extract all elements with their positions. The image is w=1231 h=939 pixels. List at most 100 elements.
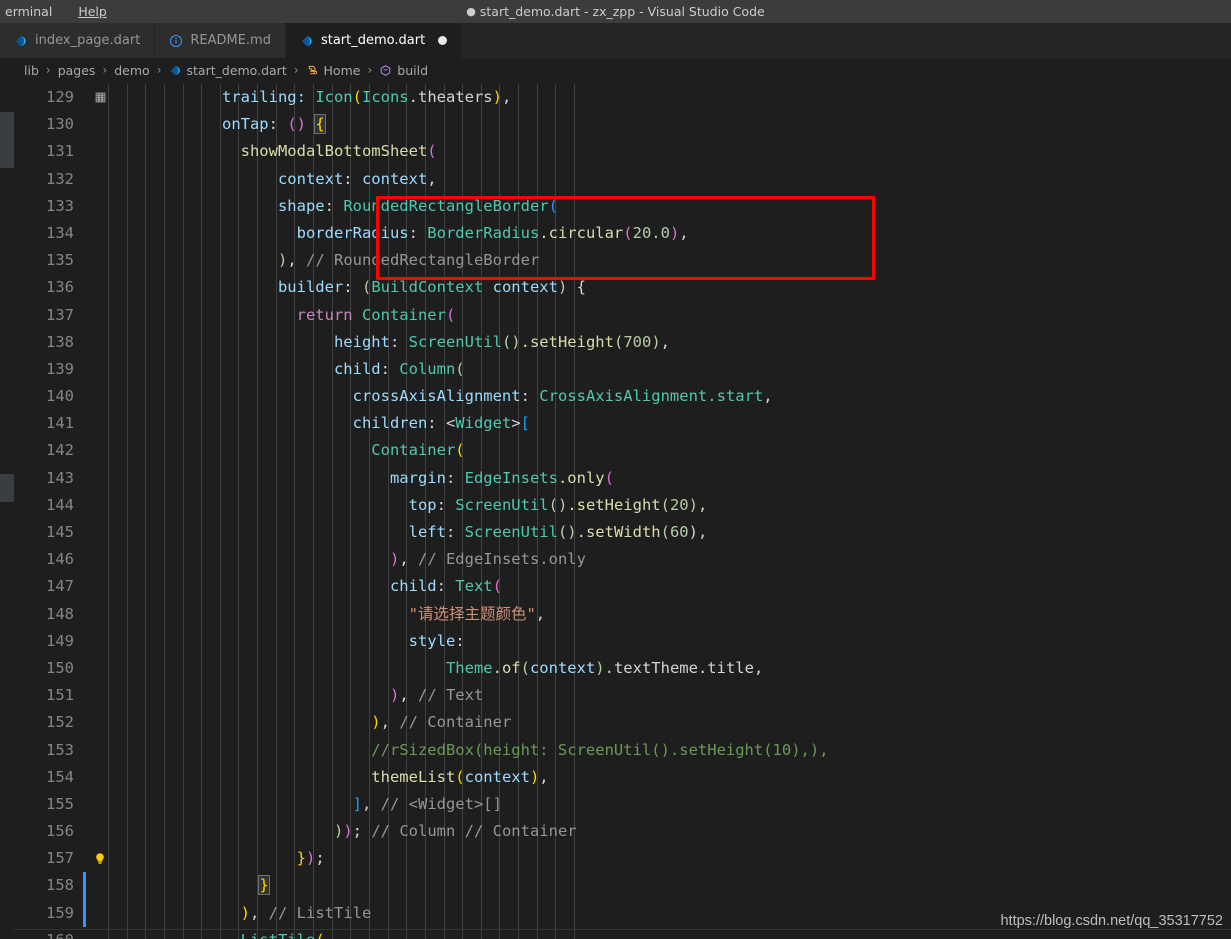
code-token: // Text: [417, 686, 484, 705]
vscode-window: erminal Help ● start_demo.dart - zx_zpp …: [0, 0, 1231, 939]
line-text: margin: EdgeInsets.only(: [110, 465, 614, 492]
code-token: (: [660, 495, 670, 514]
code-line[interactable]: 140 crossAxisAlignment: CrossAxisAlignme…: [14, 383, 1231, 410]
code-line[interactable]: 139 child: Column(: [14, 356, 1231, 383]
tab-dirty-indicator[interactable]: [438, 36, 448, 45]
code-line[interactable]: 158 }: [14, 872, 1231, 900]
breadcrumb-item-home[interactable]: Home: [304, 63, 363, 78]
code-token: :: [343, 169, 362, 188]
code-token: // <Widget>[]: [380, 794, 502, 813]
line-text: "请选择主题颜色",: [110, 601, 546, 628]
line-number: 148: [46, 604, 74, 623]
code-line[interactable]: 149 style:: [14, 628, 1231, 655]
code-line[interactable]: 153 //rSizedBox(height: ScreenUtil().set…: [14, 737, 1231, 764]
code-token: ): [595, 658, 605, 677]
film-strip-icon[interactable]: [94, 91, 107, 104]
code-editor[interactable]: 129 trailing: Icon(Icons.theaters), 130 o…: [0, 84, 1231, 939]
line-text: onTap: () {: [110, 111, 326, 138]
code-token: borderRadius: [110, 223, 409, 242]
code-token: .textTheme: [604, 658, 698, 677]
code-token: ,: [660, 332, 670, 351]
code-token: .setHeight: [567, 495, 661, 514]
code-line[interactable]: 152 ), // Container: [14, 709, 1231, 736]
code-token: :: [324, 196, 344, 215]
line-number: 129: [46, 88, 74, 106]
code-token: .of: [492, 658, 521, 677]
code-lines[interactable]: 129 trailing: Icon(Icons.theaters), 130 o…: [14, 84, 1231, 939]
code-line[interactable]: 138 height: ScreenUtil().setHeight(700),: [14, 329, 1231, 356]
line-text: child: Column(: [110, 356, 465, 383]
code-token: Icons: [361, 88, 409, 106]
tab-start-demo-dart[interactable]: start_demo.dart: [285, 23, 463, 58]
change-indicator: [83, 872, 86, 900]
code-token: themeList: [110, 767, 456, 786]
menu-item-help[interactable]: Help: [73, 2, 112, 21]
code-token: (: [445, 305, 456, 324]
code-token: ): [389, 686, 400, 705]
code-token: (): [548, 495, 568, 514]
menu-item-terminal[interactable]: erminal: [0, 2, 57, 21]
code-token: trailing:: [110, 88, 316, 106]
breadcrumb-item-start-demo-dart[interactable]: start_demo.dart: [167, 63, 289, 78]
tab-index-page-dart[interactable]: index_page.dart: [0, 23, 156, 58]
code-lines-container[interactable]: 129 trailing: Icon(Icons.theaters), 130 o…: [14, 84, 1231, 939]
code-token: showModalBottomSheet: [110, 142, 428, 161]
code-token: {: [567, 278, 586, 297]
line-text: ), // RoundedRectangleBorder: [110, 247, 539, 274]
code-line[interactable]: 136 builder: (BuildContext context) {: [14, 274, 1231, 301]
code-line[interactable]: 154 themeList(context),: [14, 764, 1231, 791]
code-line[interactable]: 131 showModalBottomSheet(: [14, 138, 1231, 165]
code-line[interactable]: 141 children: <Widget>[: [14, 410, 1231, 437]
code-line[interactable]: 146 ), // EdgeInsets.only: [14, 546, 1231, 573]
code-line[interactable]: 151 ), // Text: [14, 682, 1231, 709]
code-token: ,: [427, 169, 437, 188]
code-line[interactable]: 129 trailing: Icon(Icons.theaters),: [14, 84, 1231, 111]
code-line[interactable]: 157 });: [14, 845, 1231, 872]
line-number: 138: [46, 332, 74, 351]
code-token: EdgeInsets: [464, 468, 558, 487]
overview-ruler[interactable]: [0, 84, 14, 939]
dart-icon: [302, 35, 312, 46]
code-line[interactable]: 156 )); // Column // Container: [14, 818, 1231, 845]
tab-readme-md[interactable]: README.md: [155, 23, 286, 58]
code-line[interactable]: 148 "请选择主题颜色",: [14, 601, 1231, 628]
code-line[interactable]: 150 Theme.of(context).textTheme.title,: [14, 655, 1231, 682]
code-line[interactable]: 130 onTap: () {: [14, 111, 1231, 138]
gutter-glyph[interactable]: [90, 845, 110, 872]
line-number: 132: [46, 169, 74, 188]
code-token: ,: [697, 523, 708, 541]
code-line[interactable]: 132 context: context,: [14, 166, 1231, 193]
code-token: ;: [352, 822, 372, 841]
line-number: 146: [46, 550, 74, 569]
gutter-glyph[interactable]: [90, 84, 110, 111]
code-line[interactable]: 144 top: ScreenUtil().setHeight(20),: [14, 492, 1231, 519]
line-text: Theme.of(context).textTheme.title,: [110, 655, 763, 682]
code-line[interactable]: 137 return Container(: [14, 302, 1231, 329]
line-text: shape: RoundedRectangleBorder(: [110, 193, 558, 220]
code-line[interactable]: 143 margin: EdgeInsets.only(: [14, 465, 1231, 492]
code-token: ;: [315, 849, 325, 868]
code-token: (: [361, 278, 372, 297]
breadcrumb-item-pages[interactable]: pages: [56, 63, 98, 78]
line-text: ), // EdgeInsets.only: [110, 546, 586, 573]
breadcrumb-item-demo[interactable]: demo: [112, 63, 151, 78]
code-line[interactable]: 133 shape: RoundedRectangleBorder(: [14, 193, 1231, 220]
line-text: ], // <Widget>[]: [110, 791, 502, 818]
lightbulb-icon[interactable]: [93, 852, 107, 866]
line-text: //rSizedBox(height: ScreenUtil().setHeig…: [110, 737, 828, 764]
breadcrumb-item-build[interactable]: build: [377, 63, 430, 78]
code-line[interactable]: 145 left: ScreenUtil().setWidth(60),: [14, 519, 1231, 546]
code-line[interactable]: 155 ], // <Widget>[]: [14, 791, 1231, 818]
code-line[interactable]: 142 Container(: [14, 437, 1231, 464]
breadcrumb-item-lib[interactable]: lib: [22, 63, 41, 78]
code-line[interactable]: 135 ), // RoundedRectangleBorder: [14, 247, 1231, 274]
code-token: style: [110, 631, 456, 650]
code-line[interactable]: 134 borderRadius: BorderRadius.circular(…: [14, 220, 1231, 247]
code-token: left: [110, 523, 446, 541]
line-text: context: context,: [110, 166, 437, 193]
code-token: ScreenUtil: [408, 332, 502, 351]
code-line[interactable]: 147 child: Text(: [14, 573, 1231, 600]
